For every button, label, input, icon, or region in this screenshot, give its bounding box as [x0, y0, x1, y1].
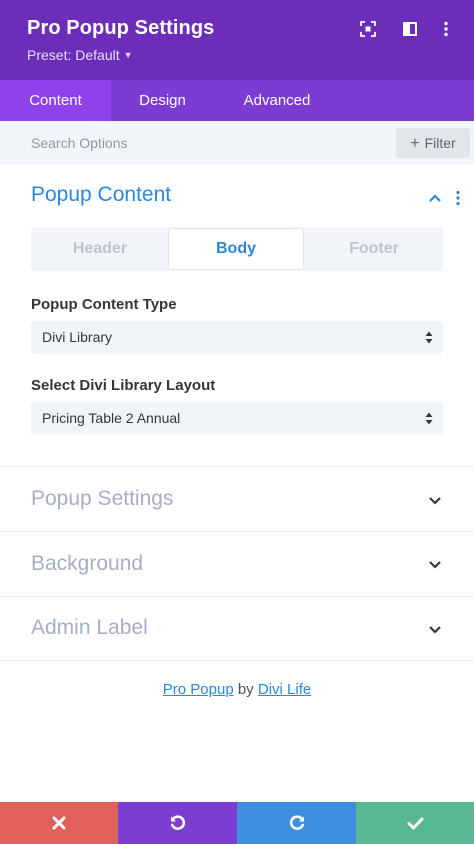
- redo-icon: [289, 815, 304, 830]
- subtab-body[interactable]: Body: [169, 229, 303, 269]
- credits-by: by: [237, 681, 254, 698]
- divi-life-link[interactable]: Divi Life: [258, 681, 311, 698]
- modal-title: Pro Popup Settings: [27, 17, 215, 39]
- undo-icon: [170, 815, 185, 830]
- select-value: Pricing Table 2 Annual: [42, 410, 181, 426]
- select-arrows-icon: [425, 331, 433, 344]
- chevron-down-icon[interactable]: [428, 560, 442, 570]
- close-icon: [52, 816, 66, 830]
- sidebar-toggle-icon[interactable]: [400, 19, 420, 39]
- content-subtabs: Header Body Footer: [31, 227, 443, 271]
- search-bar: Search Options + Filter: [0, 121, 474, 165]
- chevron-up-icon[interactable]: [428, 193, 442, 203]
- check-icon: [407, 817, 423, 829]
- pro-popup-link[interactable]: Pro Popup: [163, 681, 234, 698]
- settings-header: Pro Popup Settings Preset: Default ▼: [0, 0, 474, 80]
- discard-button[interactable]: [0, 802, 118, 844]
- preset-label: Preset: Default: [27, 47, 120, 63]
- content-type-select[interactable]: Divi Library: [31, 321, 443, 354]
- preset-selector[interactable]: Preset: Default ▼: [27, 47, 133, 63]
- section-title-popup-settings[interactable]: Popup Settings: [31, 487, 173, 511]
- field-label-library-layout: Select Divi Library Layout: [31, 377, 216, 394]
- divider: [0, 466, 474, 467]
- undo-button[interactable]: [118, 802, 237, 844]
- divider: [0, 660, 474, 661]
- field-label-content-type: Popup Content Type: [31, 296, 177, 313]
- library-layout-select[interactable]: Pricing Table 2 Annual: [31, 402, 443, 435]
- redo-button[interactable]: [237, 802, 356, 844]
- subtab-footer[interactable]: Footer: [307, 229, 441, 269]
- chevron-down-icon[interactable]: [428, 625, 442, 635]
- save-button[interactable]: [356, 802, 474, 844]
- caret-down-icon: ▼: [123, 50, 133, 60]
- section-title-admin-label[interactable]: Admin Label: [31, 616, 148, 640]
- section-options-icon[interactable]: [452, 190, 464, 206]
- action-bar: [0, 802, 474, 844]
- section-title-popup-content[interactable]: Popup Content: [31, 183, 171, 207]
- focus-icon[interactable]: [358, 19, 378, 39]
- subtab-header[interactable]: Header: [33, 229, 167, 269]
- section-title-background[interactable]: Background: [31, 552, 143, 576]
- settings-tabs: Content Design Advanced: [0, 80, 474, 121]
- more-vertical-icon[interactable]: [436, 19, 456, 39]
- search-input[interactable]: Search Options: [31, 121, 128, 165]
- tab-design[interactable]: Design: [111, 80, 214, 121]
- divider: [0, 596, 474, 597]
- select-value: Divi Library: [42, 329, 113, 345]
- credits-line: Pro Popup by Divi Life: [0, 681, 474, 698]
- tab-advanced[interactable]: Advanced: [214, 80, 340, 121]
- filter-label: Filter: [424, 135, 456, 151]
- divider: [0, 531, 474, 532]
- tab-content[interactable]: Content: [0, 80, 111, 121]
- chevron-down-icon[interactable]: [428, 496, 442, 506]
- plus-icon: +: [410, 135, 420, 152]
- filter-button[interactable]: + Filter: [396, 128, 470, 158]
- select-arrows-icon: [425, 412, 433, 425]
